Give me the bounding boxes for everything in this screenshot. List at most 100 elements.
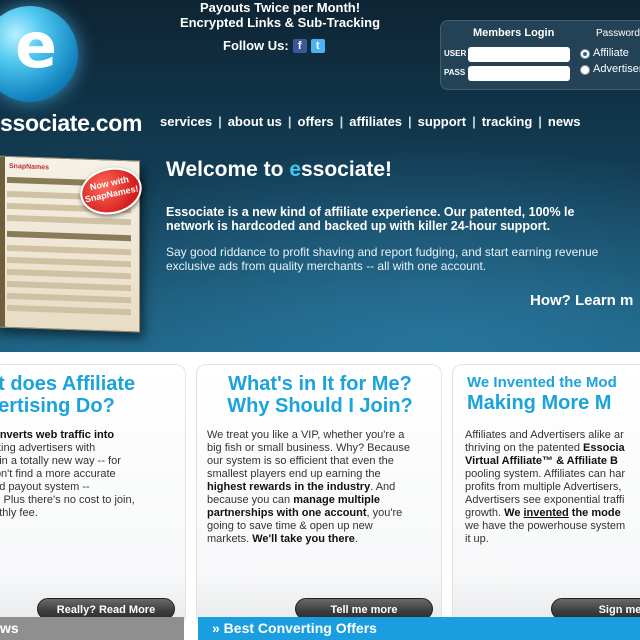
nav-news[interactable]: news [542,114,587,129]
twitter-icon[interactable]: t [310,38,325,53]
news-bar[interactable]: ws [0,617,184,640]
intro-bold-line-2: network is hardcoded and backed up with … [166,219,551,233]
user-label: USER [444,49,467,58]
nav-support[interactable]: support [412,114,472,129]
members-login: Members Login Password USER PASS Affilia… [440,20,640,90]
panel-body-line: We treat you like a VIP, whether you're … [207,429,405,441]
panel-body-line: converts web traffic into [0,429,135,442]
panel-body-line: going to save time & open up new [207,520,373,532]
intro-bold: Essociate is a new kind of affiliate exp… [166,205,640,233]
panel-body-underline: invented [523,507,569,519]
panel-body-line: big fish or small business. Why? Because [207,442,410,454]
pass-label: PASS [444,68,466,77]
how-learn-more-link[interactable]: How? Learn m [530,292,633,309]
intro-bold-line-1: Essociate is a new kind of affiliate exp… [166,205,575,219]
nav-offers[interactable]: offers [292,114,340,129]
product-box-spine [0,156,5,327]
tagline-line-1: Payouts Twice per Month! [199,0,361,15]
nav-services[interactable]: services [154,114,218,129]
intro-line-1: Say good riddance to profit shaving and … [166,245,599,259]
panel-body-line: growth. We invented the mode [465,507,625,520]
facebook-icon[interactable]: f [292,38,307,53]
panel-body-bold: We [504,507,524,519]
panel-we-invented-the-model: We Invented the Mod Making More M Affili… [452,364,640,626]
product-bar [7,292,131,304]
panel-body-line: re. Plus there's no cost to join, [0,494,135,507]
logo-text[interactable]: ssociate.com [0,110,142,137]
site-header: e ssociate.com Payouts Twice per Month! … [0,0,640,352]
tagline-line-2: Encrypted Links & Sub-Tracking [179,15,381,30]
panel-title-line-2: Why Should I Join? [227,395,413,417]
panel-title: What's in It for Me? Why Should I Join? [197,373,441,417]
panel-body-line: our system is so efficient that even the [207,455,394,467]
intro-line-2: exclusive ads from quality merchants -- … [166,259,487,273]
follow-us: Follow Us: f t [223,38,325,53]
panel-title-line-1: We Invented the Mod [467,374,617,391]
welcome-suffix: ssociate! [301,158,393,181]
panel-body-line: Virtual Affiliate™ & Affiliate B [465,455,625,468]
panel-whats-in-it-for-me: What's in It for Me? Why Should I Join? … [196,364,442,626]
panel-title-line-2: vertising Do? [0,395,115,417]
panel-body-text: . And [370,481,396,493]
password-field[interactable] [468,66,570,81]
panel-body-line: markets. We'll take you there. [207,533,410,546]
panel-body-text: thriving on the patented [465,442,584,454]
panel-body-bold: converts web traffic into [0,429,115,441]
panel-body-bold: We'll take you there [252,533,355,545]
nav-tracking[interactable]: tracking [476,114,539,129]
panel-body-text: because you can [207,494,294,506]
nav-affiliates[interactable]: affiliates [343,114,408,129]
panel-body: converts web traffic into inking adverti… [0,429,135,520]
panel-body-line: Affiliates and Advertisers alike ar [465,429,624,441]
panel-body-line: Advertisers see exponential traffi [465,494,625,506]
panel-body-bold: highest rewards in the industry [207,481,371,493]
product-bar [7,280,131,292]
panel-body-bold: Virtual Affiliate™ & Affiliate B [465,455,619,467]
welcome-prefix: Welcome to [166,158,290,181]
product-bar [7,304,131,316]
panel-body-bold: Essocia [583,442,625,454]
panel-body-line: it up. [465,533,489,545]
panel-body-text: . Plus there's no cost to join, [0,494,135,506]
logo-letter[interactable]: e [4,14,68,78]
panel-title-line-1: at does Affiliate [0,373,136,395]
panel-body-line: profits from multiple Advertisers, [465,481,622,493]
user-field[interactable] [468,47,570,62]
product-bar [7,268,131,280]
best-converting-offers-bar[interactable]: » Best Converting Offers [198,617,640,640]
advertiser-radio-label[interactable]: Advertiser [593,63,640,75]
panel-body-line: pooling system. Affiliates can har [465,468,625,480]
panel-body-bold: the mode [568,507,621,519]
welcome-heading: Welcome to essociate! [166,158,392,182]
panel-title-line-2: Making More M [467,392,612,414]
panel-body-text: . [354,533,358,545]
panel-body-line: rs in a totally new way -- for [0,455,121,467]
panel-body-line: thriving on the patented Essocia [465,442,625,455]
panel-what-does-affiliate-advertising-do: at does Affiliate vertising Do? converts… [0,364,186,626]
intro-text: Say good riddance to profit shaving and … [166,245,640,273]
product-bar [7,256,131,268]
panel-body-line: highest rewards in the industry. And [207,481,410,494]
panel-body-bold: manage multiple [293,494,381,506]
nav-about-us[interactable]: about us [222,114,288,129]
panel-body-line: onthly fee. [0,507,38,519]
login-title: Members Login [473,27,555,39]
panel-title-line-1: What's in It for Me? [228,373,412,395]
affiliate-radio[interactable] [580,49,590,59]
main-nav: services | about us | offers | affiliates | … [154,114,586,129]
product-bar [7,230,131,242]
panel-body: We treat you like a VIP, whether you're … [207,429,410,546]
panel-body-line: inking advertisers with [0,442,96,454]
panel-body-line: because you can manage multiple [207,494,410,507]
product-bar [7,244,131,256]
panel-body-line: smallest players end up earning the [207,468,381,480]
advertiser-radio[interactable] [580,65,590,75]
panel-body-line: partnerships with one account, you're [207,507,410,520]
panel-title: at does Affiliate vertising Do? [0,373,135,417]
panel-body-line: we have the powerhouse system [465,520,626,532]
product-bar [7,214,131,226]
panel-body-text: markets. [207,533,253,545]
panel-body: Affiliates and Advertisers alike ar thri… [465,429,625,546]
affiliate-radio-label[interactable]: Affiliate [593,47,629,59]
panel-body-line: won't find a more accurate [0,468,116,480]
